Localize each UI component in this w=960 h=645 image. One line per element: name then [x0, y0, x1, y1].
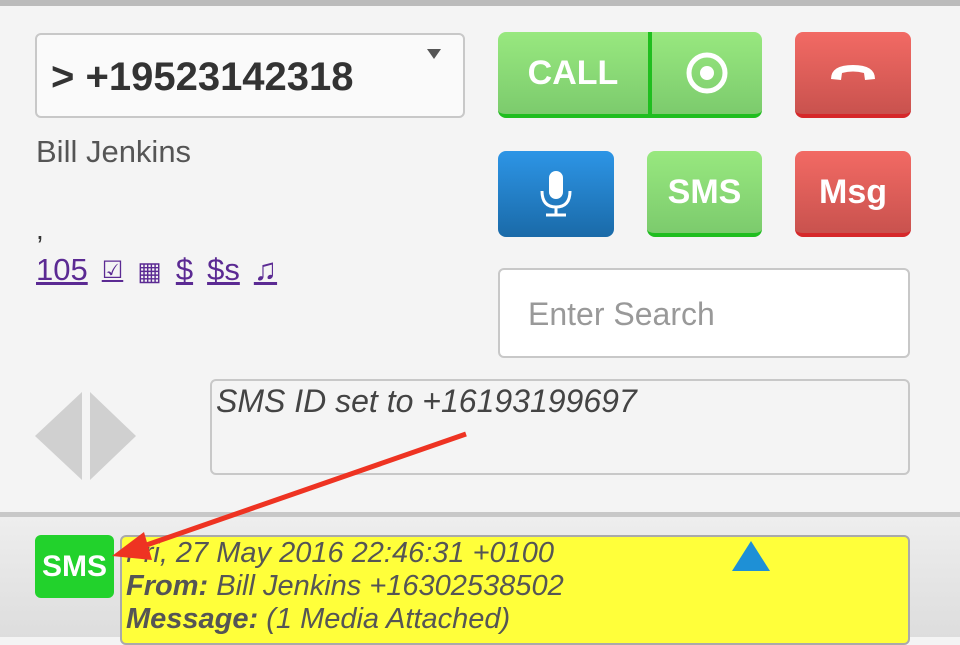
message-label: Message:: [126, 603, 259, 635]
dollar-link[interactable]: $: [176, 252, 193, 290]
dollars-link[interactable]: $s: [207, 252, 240, 290]
from-label: From:: [126, 570, 209, 602]
dialer-select[interactable]: > +19523142318: [35, 33, 465, 118]
microphone-icon: [540, 171, 572, 217]
search-input[interactable]: Enter Search: [498, 268, 910, 358]
grid-link-icon[interactable]: ▦: [137, 252, 162, 290]
microphone-button[interactable]: [498, 151, 614, 237]
call-button[interactable]: CALL: [498, 54, 648, 93]
message-date: Fri, 27 May 2016 22:46:31 +0100: [126, 537, 555, 569]
call-button-group: CALL: [498, 32, 762, 118]
contact-name: Bill Jenkins: [36, 134, 192, 169]
music-link-icon[interactable]: ♫: [254, 252, 277, 290]
link-105[interactable]: 105: [36, 252, 88, 290]
hangup-icon: [831, 65, 875, 80]
record-icon: [686, 52, 728, 94]
contact-address: ,: [36, 214, 44, 245]
top-border: [0, 0, 960, 6]
chevron-down-icon[interactable]: [427, 49, 441, 59]
message-body: (1 Media Attached): [266, 603, 511, 635]
sms-button[interactable]: SMS: [647, 151, 762, 237]
sms-badge: SMS: [35, 535, 114, 598]
triangle-up-icon[interactable]: [732, 541, 770, 571]
message-from: Bill Jenkins +16302538502: [216, 570, 564, 602]
arrow-left-icon[interactable]: [35, 392, 82, 480]
hangup-button[interactable]: [795, 32, 911, 118]
status-textarea[interactable]: SMS ID set to +16193199697: [210, 379, 910, 475]
msg-button[interactable]: Msg: [795, 151, 911, 237]
arrow-right-icon[interactable]: [90, 392, 136, 480]
dialer-value: > +19523142318: [51, 55, 354, 99]
contact-links: 105 ☑ ▦ $ $s ♫: [36, 252, 277, 290]
message-item[interactable]: Fri, 27 May 2016 22:46:31 +0100 From: Bi…: [120, 535, 910, 645]
checkbox-link-icon[interactable]: ☑: [102, 252, 124, 290]
record-button[interactable]: [652, 51, 762, 95]
prev-next-arrows: [35, 392, 136, 480]
